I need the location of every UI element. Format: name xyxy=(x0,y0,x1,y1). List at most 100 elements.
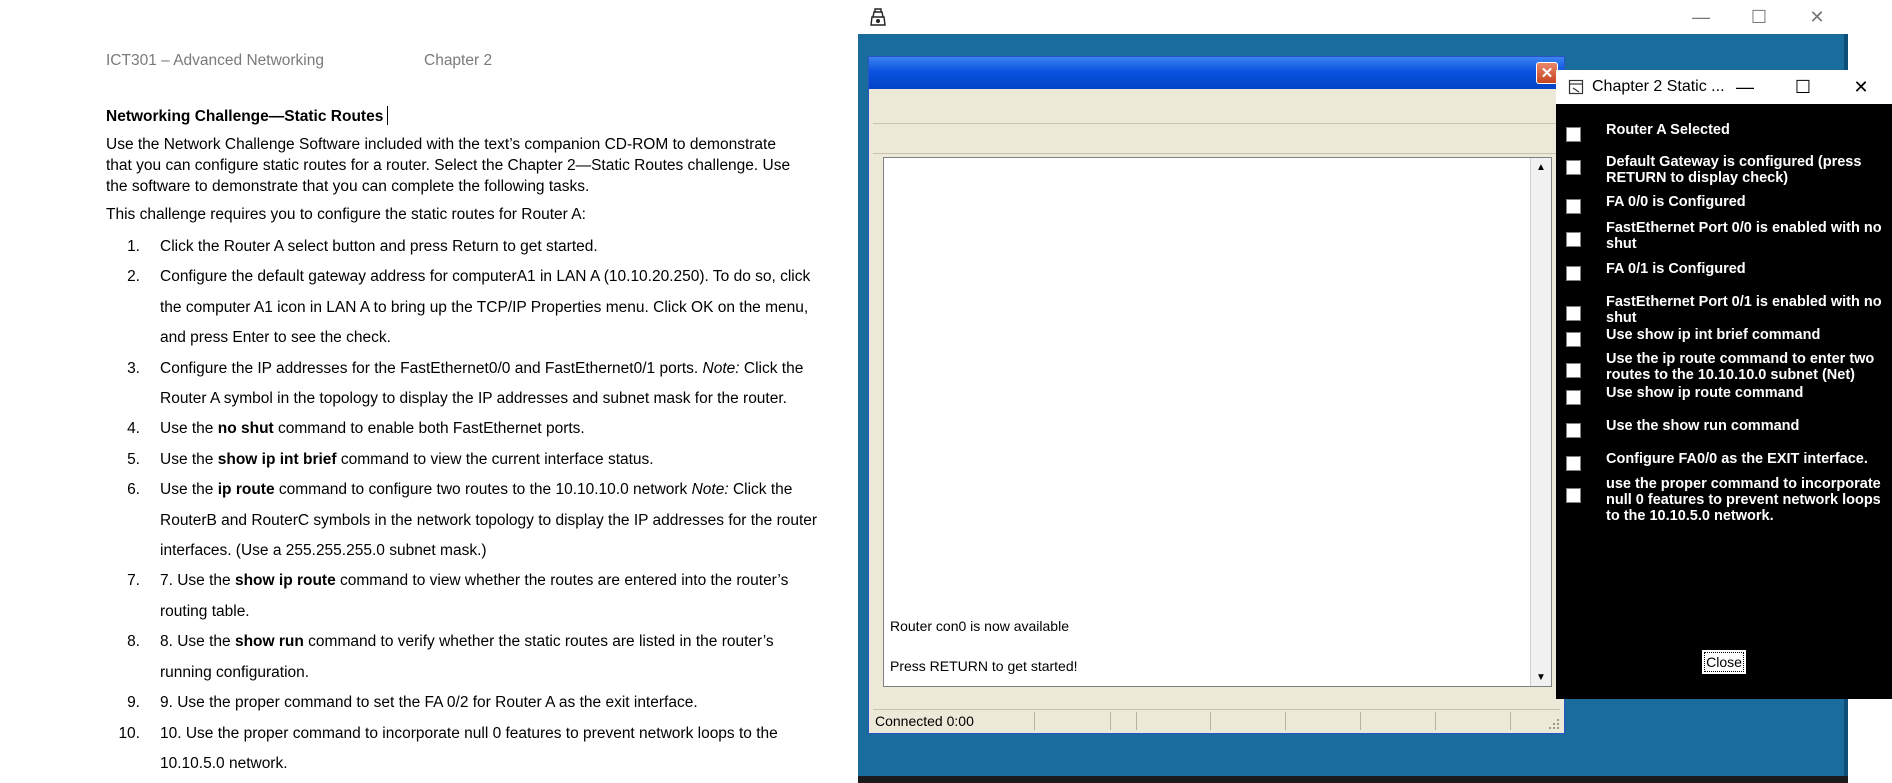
task-text-run: Configure the IP addresses for the FastE… xyxy=(160,359,703,377)
task-text: Use the show ip int brief command to vie… xyxy=(160,445,818,475)
scroll-up-icon[interactable]: ▲ xyxy=(1531,158,1551,176)
console-status-bar: Connected 0:00 xyxy=(873,709,1560,732)
task-list: 1. Click the Router A select button and p… xyxy=(106,232,818,779)
command-name: ip route xyxy=(217,481,275,499)
outer-title-bar[interactable]: — ☐ ✕ xyxy=(858,0,1848,34)
checklist-label: FA 0/1 is Configured xyxy=(1606,261,1746,277)
checklist-minimize-button[interactable]: — xyxy=(1716,70,1774,104)
status-divider xyxy=(1110,712,1111,730)
window-icon xyxy=(1568,79,1584,100)
checklist-checkbox[interactable] xyxy=(1566,423,1581,438)
checklist-checkbox[interactable] xyxy=(1566,266,1581,281)
router-console-window: ✕ Router con0 is now available Press RET… xyxy=(868,56,1565,734)
task-text-run: 10. Use the proper command to incorporat… xyxy=(160,724,778,772)
note-label: Note: xyxy=(702,359,740,377)
outer-maximize-button[interactable]: ☐ xyxy=(1730,0,1788,34)
resize-grip-icon[interactable] xyxy=(1546,716,1560,733)
close-button[interactable]: Close xyxy=(1700,648,1748,676)
checklist-label: Use show ip int brief command xyxy=(1606,327,1821,343)
task-list-item[interactable]: 1. Click the Router A select button and p… xyxy=(106,232,818,262)
command-name: show ip route xyxy=(234,572,336,590)
task-list-item[interactable]: 6. Use the ip route command to configure … xyxy=(106,475,818,566)
checklist-checkbox[interactable] xyxy=(1566,199,1581,214)
checklist-checkbox[interactable] xyxy=(1566,127,1581,142)
document-title[interactable]: Networking Challenge—Static Routes xyxy=(106,106,389,126)
checklist-label: Router A Selected xyxy=(1606,122,1730,138)
checklist-window: Chapter 2 Static ... — ☐ ✕ Router A Sele… xyxy=(1556,70,1892,699)
status-divider xyxy=(1034,712,1035,730)
task-number: 2. xyxy=(127,268,140,286)
task-number: 5. xyxy=(127,450,140,468)
header-chapter: Chapter 2 xyxy=(424,52,493,69)
console-screen[interactable]: Router con0 is now available Press RETUR… xyxy=(883,157,1552,687)
task-text: Configure the default gateway address fo… xyxy=(160,262,818,353)
checklist-checkbox[interactable] xyxy=(1566,363,1581,378)
task-list-item[interactable]: 10. 10. Use the proper command to incorpo… xyxy=(106,719,818,780)
text-cursor xyxy=(387,106,389,125)
checklist-maximize-button[interactable]: ☐ xyxy=(1774,70,1832,104)
checklist-checkbox[interactable] xyxy=(1566,456,1581,471)
checklist-label: Use show ip route command xyxy=(1606,385,1804,401)
scroll-down-icon[interactable]: ▼ xyxy=(1531,668,1551,686)
status-divider xyxy=(1136,712,1137,730)
checklist-label: use the proper command to incorporate nu… xyxy=(1606,476,1881,524)
checklist-close-button[interactable]: ✕ xyxy=(1832,70,1890,104)
task-number: 10. xyxy=(118,724,140,742)
checklist-checkbox[interactable] xyxy=(1566,488,1581,503)
taskbar-strip xyxy=(858,776,1848,783)
checklist-checkbox[interactable] xyxy=(1566,332,1581,347)
command-name: show run xyxy=(234,633,304,651)
console-close-button[interactable]: ✕ xyxy=(1536,62,1558,84)
task-text: 9. Use the proper command to set the FA … xyxy=(160,688,818,718)
task-list-item[interactable]: 2. Configure the default gateway address … xyxy=(106,262,818,353)
console-title-bar[interactable]: ✕ xyxy=(869,57,1564,89)
checklist-checkbox[interactable] xyxy=(1566,232,1581,247)
task-text-run: command to enable both FastEthernet port… xyxy=(273,420,585,438)
task-text-run: Use the xyxy=(160,481,218,499)
task-text: Use the ip route command to configure tw… xyxy=(160,475,818,566)
task-number: 7. xyxy=(127,572,140,590)
task-list-item[interactable]: 8. 8. Use the show run command to verify … xyxy=(106,627,818,688)
header-course: ICT301 – Advanced Networking xyxy=(106,52,324,69)
task-text: 8. Use the show run command to verify wh… xyxy=(160,627,818,688)
task-number: 6. xyxy=(127,481,140,499)
task-text-run: Click the Router A select button and pre… xyxy=(160,238,598,255)
task-list-item[interactable]: 3. Configure the IP addresses for the Fas… xyxy=(106,354,818,415)
outer-close-button[interactable]: ✕ xyxy=(1788,0,1846,34)
task-text-run: 8. Use the xyxy=(160,633,235,651)
task-text: Use the no shut command to enable both F… xyxy=(160,414,818,444)
task-text: 7. Use the show ip route command to view… xyxy=(160,566,818,627)
status-divider xyxy=(1210,712,1211,730)
command-name: no shut xyxy=(217,420,274,438)
task-list-item[interactable]: 9. 9. Use the proper command to set the F… xyxy=(106,688,818,718)
status-divider xyxy=(1285,712,1286,730)
outer-minimize-button[interactable]: — xyxy=(1672,0,1730,34)
checklist-checkbox[interactable] xyxy=(1566,160,1581,175)
checklist-checkbox[interactable] xyxy=(1566,306,1581,321)
intro-paragraph[interactable]: Use the Network Challenge Software inclu… xyxy=(106,134,806,197)
task-text: 10. Use the proper command to incorporat… xyxy=(160,719,818,780)
checklist-title-bar[interactable]: Chapter 2 Static ... — ☐ ✕ xyxy=(1556,70,1892,104)
task-text-run: 7. Use the xyxy=(160,572,235,590)
checklist-label: Use the show run command xyxy=(1606,418,1800,434)
task-text: Configure the IP addresses for the FastE… xyxy=(160,354,818,415)
task-list-item[interactable]: 7. 7. Use the show ip route command to vi… xyxy=(106,566,818,627)
app-icon xyxy=(870,7,886,32)
task-number: 1. xyxy=(127,238,140,255)
console-output: Router con0 is now available Press RETUR… xyxy=(890,606,1078,686)
task-number: 4. xyxy=(127,420,140,438)
task-text-run: command to configure two routes to the 1… xyxy=(274,481,692,499)
console-scrollbar[interactable]: ▲ ▼ xyxy=(1530,158,1551,686)
lead-paragraph[interactable]: This challenge requires you to configure… xyxy=(106,204,806,225)
task-list-item[interactable]: 4. Use the no shut command to enable both… xyxy=(106,414,818,444)
checklist-checkbox[interactable] xyxy=(1566,390,1581,405)
task-text-run: Use the xyxy=(160,450,218,468)
status-divider xyxy=(1435,712,1436,730)
document-page: ICT301 – Advanced Networking Chapter 2 N… xyxy=(0,0,858,783)
task-list-item[interactable]: 5. Use the show ip int brief command to v… xyxy=(106,445,818,475)
task-number: 8. xyxy=(127,633,140,651)
task-text-run: Configure the default gateway address fo… xyxy=(160,268,811,347)
console-line: Press RETURN to get started! xyxy=(890,658,1078,674)
task-text-run: 9. Use the proper command to set the FA … xyxy=(160,694,698,712)
task-text-run: command to view the current interface st… xyxy=(336,450,654,468)
